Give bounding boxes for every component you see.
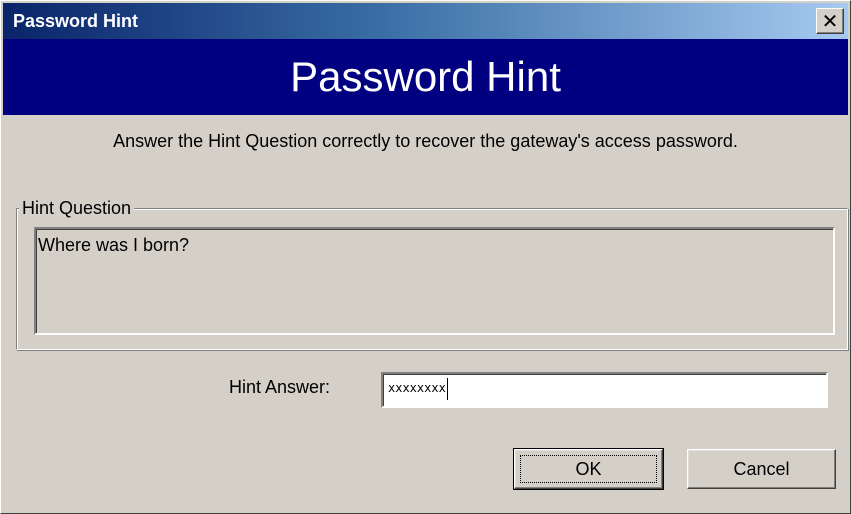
- title-bar[interactable]: Password Hint ✕: [3, 3, 848, 39]
- hint-answer-value: xxxxxxxx: [388, 381, 446, 395]
- hint-question-display: Where was I born?: [34, 227, 835, 335]
- window-title: Password Hint: [13, 11, 139, 31]
- hint-answer-input[interactable]: xxxxxxxx: [381, 372, 828, 408]
- hint-question-group-label: Hint Question: [19, 196, 135, 220]
- focus-rectangle: [520, 455, 657, 483]
- banner: Password Hint: [3, 39, 848, 115]
- close-button[interactable]: ✕: [816, 8, 844, 34]
- text-caret: [447, 378, 448, 400]
- banner-heading: Password Hint: [290, 53, 561, 100]
- password-hint-dialog: Password Hint ✕ Password Hint Answer the…: [0, 0, 851, 514]
- hint-answer-label: Hint Answer:: [229, 377, 331, 397]
- hint-question-group: Hint Question Where was I born?: [16, 196, 848, 350]
- cancel-button[interactable]: Cancel: [687, 449, 836, 489]
- ok-button[interactable]: OK: [513, 448, 664, 490]
- hint-question-text: Where was I born?: [38, 235, 190, 255]
- close-icon: ✕: [821, 10, 839, 33]
- cancel-button-label: Cancel: [733, 458, 790, 479]
- instruction-text: Answer the Hint Question correctly to re…: [113, 131, 738, 151]
